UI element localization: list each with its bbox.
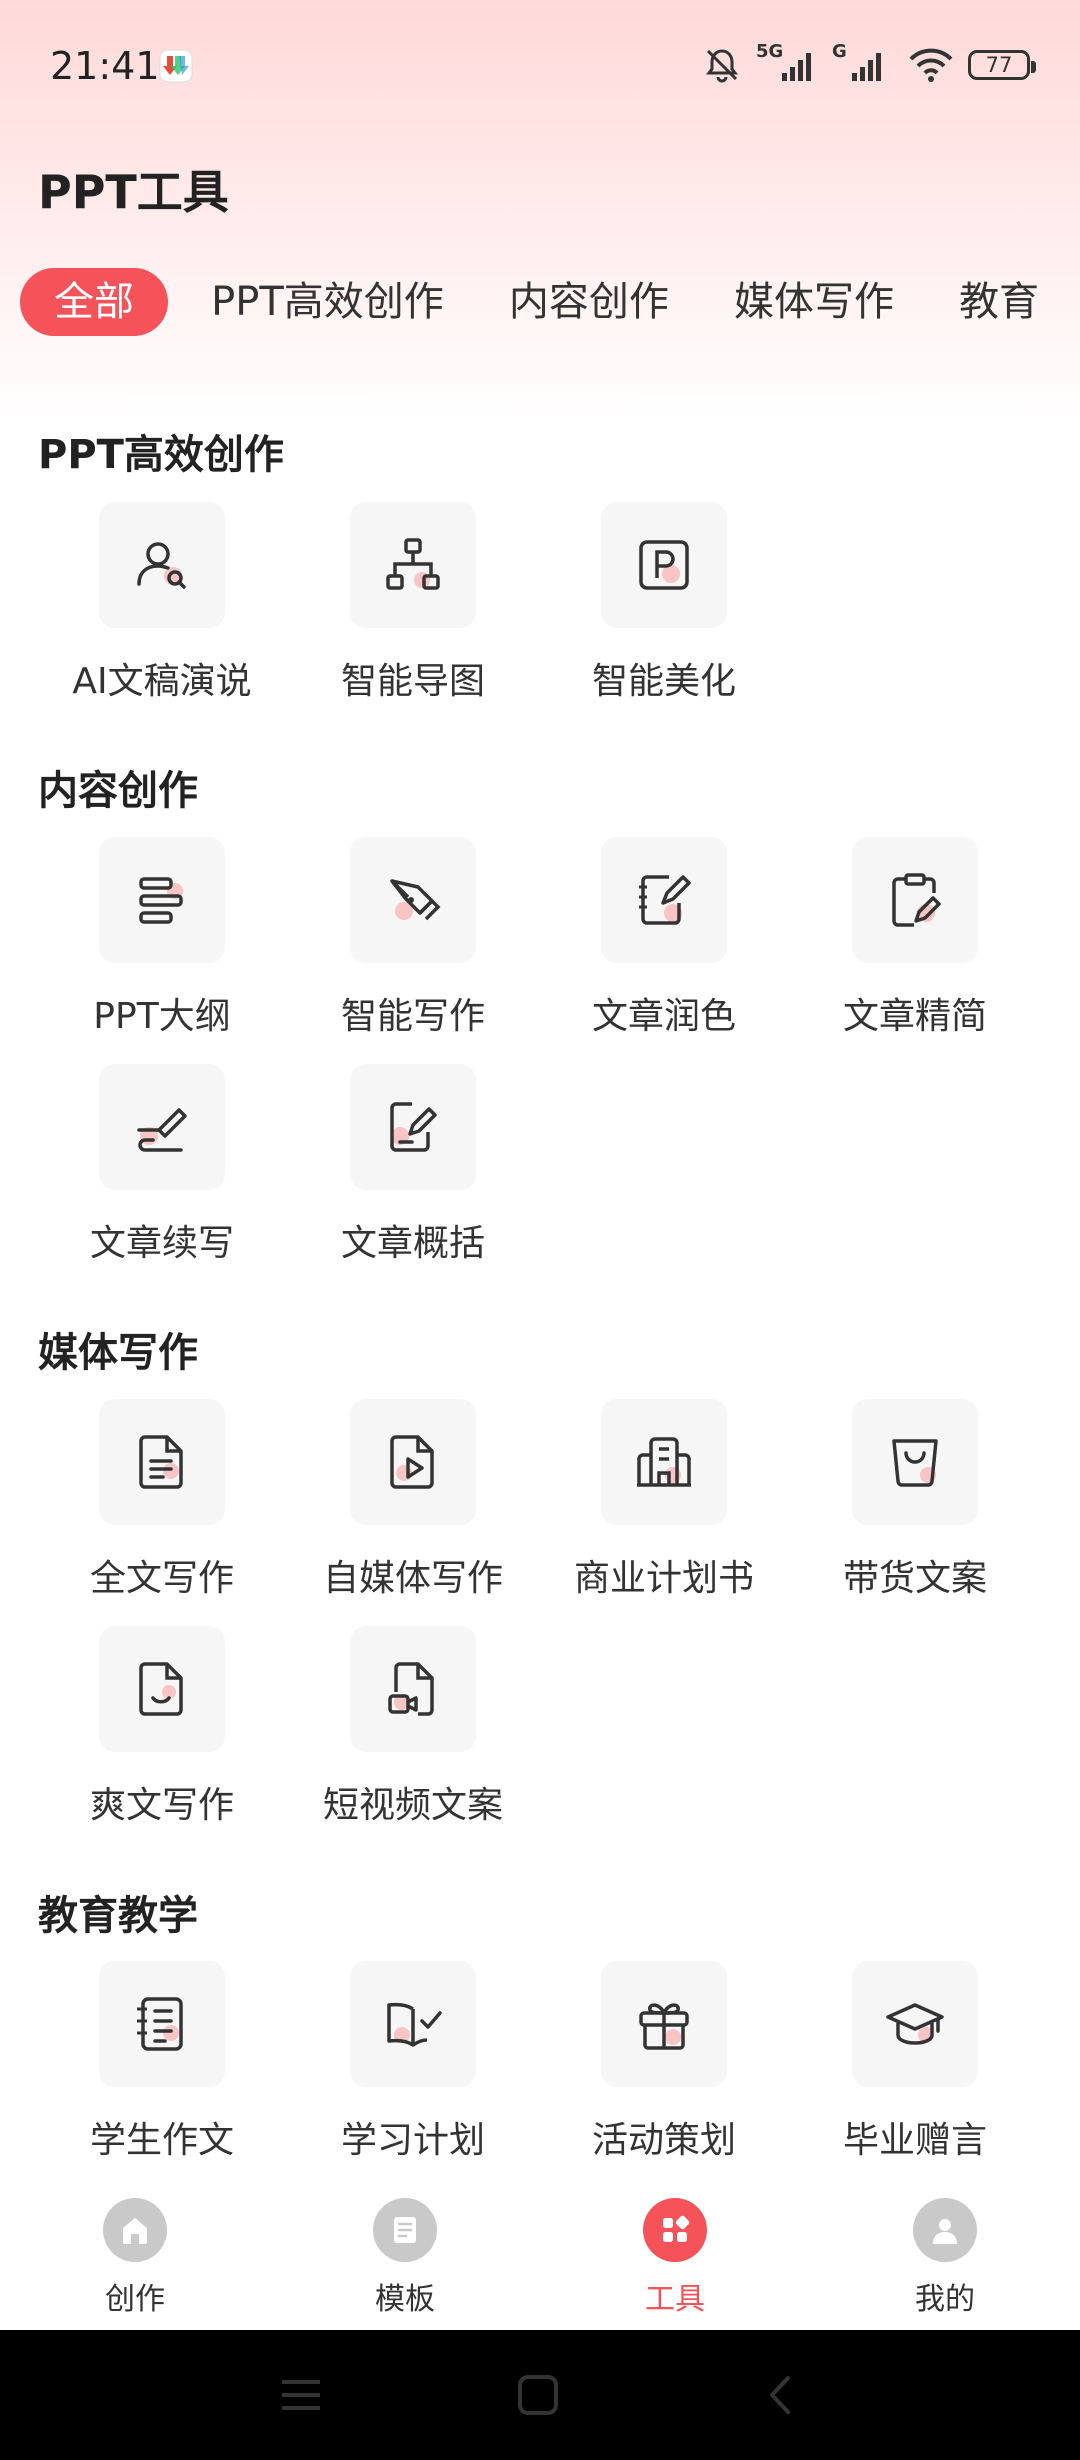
tool-event-planning[interactable]: 活动策划: [539, 1961, 789, 2161]
tool-label: 学习计划: [340, 2120, 485, 2161]
tool-label: 智能导图: [340, 661, 485, 702]
template-icon: [373, 2198, 437, 2262]
tool-ppt-outline[interactable]: PPT大纲: [37, 837, 287, 1037]
tool-fulltext[interactable]: 全文写作: [37, 1399, 287, 1599]
tool-label: 活动策划: [591, 2120, 736, 2161]
tab-content-creation[interactable]: 内容创作: [509, 268, 669, 336]
video-doc-icon: [350, 1399, 476, 1525]
wifi-icon: [909, 48, 953, 82]
tool-label: 毕业赠言: [842, 2120, 987, 2161]
book-check-icon: [350, 1961, 476, 2087]
tab-all[interactable]: 全部: [20, 268, 168, 336]
tool-continue[interactable]: 文章续写: [37, 1064, 287, 1264]
tool-study-plan[interactable]: 学习计划: [288, 1961, 538, 2161]
pen-nib-icon: [350, 837, 476, 963]
tool-label: 商业计划书: [573, 1558, 754, 1599]
nav-label: 我的: [915, 2282, 975, 2317]
p-square-icon: [601, 502, 727, 628]
tool-polish[interactable]: 文章润色: [539, 837, 789, 1037]
tool-label: 带货文案: [842, 1558, 987, 1599]
nav-profile[interactable]: 我的: [845, 2198, 1045, 2318]
nav-tools[interactable]: 工具: [575, 2198, 775, 2318]
status-time: 21:41: [50, 44, 160, 88]
nav-create[interactable]: 创作: [35, 2198, 235, 2318]
notebook-icon: [99, 1961, 225, 2087]
tool-label: PPT大纲: [93, 996, 231, 1037]
tool-simplify[interactable]: 文章精简: [790, 837, 1040, 1037]
tool-label: 文章续写: [89, 1223, 234, 1264]
tool-beautify[interactable]: 智能美化: [539, 502, 789, 702]
tab-media-writing[interactable]: 媒体写作: [734, 268, 894, 336]
tool-self-media[interactable]: 自媒体写作: [288, 1399, 538, 1599]
tool-ai-speech[interactable]: AI文稿演说: [37, 502, 287, 702]
status-bar: 21:41 5G G 77: [0, 0, 1080, 130]
smile-doc-icon: [99, 1626, 225, 1752]
page-title: PPT工具: [38, 165, 229, 219]
section-title-ppt: PPT高效创作: [38, 432, 284, 478]
home-icon: [103, 2198, 167, 2262]
tool-label: AI文稿演说: [72, 661, 252, 702]
section-title-education: 教育教学: [38, 1893, 198, 1939]
tab-ppt-creation[interactable]: PPT高效创作: [211, 268, 444, 336]
tool-label: 文章概括: [340, 1223, 485, 1264]
building-icon: [601, 1399, 727, 1525]
profile-icon: [913, 2198, 977, 2262]
tool-business-plan[interactable]: 商业计划书: [539, 1399, 789, 1599]
tool-label: 短视频文案: [322, 1785, 503, 1826]
nav-label: 创作: [105, 2282, 165, 2317]
tool-label: 全文写作: [89, 1558, 234, 1599]
system-navigation-bar: [0, 2330, 1080, 2460]
doc-pen-icon: [350, 1064, 476, 1190]
clipboard-pen-icon: [852, 837, 978, 963]
nav-label: 模板: [375, 2282, 435, 2317]
section-title-content: 内容创作: [38, 768, 198, 814]
category-tabs: 全部 PPT高效创作 内容创作 媒体写作 教育: [20, 268, 1080, 340]
tool-summarize[interactable]: 文章概括: [288, 1064, 538, 1264]
tool-label: 文章润色: [591, 996, 736, 1037]
document-icon: [99, 1399, 225, 1525]
nav-label: 工具: [645, 2282, 705, 2317]
tool-label: 自媒体写作: [322, 1558, 503, 1599]
graduation-cap-icon: [852, 1961, 978, 2087]
back-icon[interactable]: [760, 2374, 802, 2420]
grid-icon: [643, 2198, 707, 2262]
outline-icon: [99, 837, 225, 963]
tool-short-video[interactable]: 短视频文案: [288, 1626, 538, 1826]
camera-doc-icon: [350, 1626, 476, 1752]
tool-label: 爽文写作: [89, 1785, 234, 1826]
gift-icon: [601, 1961, 727, 2087]
battery-level: 77: [985, 53, 1013, 77]
tab-education[interactable]: 教育: [959, 268, 1039, 336]
user-search-icon: [99, 502, 225, 628]
signature-icon: [99, 1064, 225, 1190]
tool-label: 智能美化: [591, 661, 736, 702]
signal-g-icon: G: [832, 41, 894, 85]
notepad-pen-icon: [601, 837, 727, 963]
tool-label: 智能写作: [340, 996, 485, 1037]
mindmap-icon: [350, 502, 476, 628]
tool-student-essay[interactable]: 学生作文: [37, 1961, 287, 2161]
tool-label: 学生作文: [89, 2120, 234, 2161]
menu-icon[interactable]: [280, 2374, 322, 2420]
signal-5g-icon: 5G: [756, 41, 818, 85]
tool-sales-copy[interactable]: 带货文案: [790, 1399, 1040, 1599]
nav-template[interactable]: 模板: [305, 2198, 505, 2318]
status-icons: 5G G 77: [702, 40, 1036, 90]
bell-mute-icon: [706, 49, 738, 83]
tool-graduation-message[interactable]: 毕业赠言: [790, 1961, 1040, 2161]
tool-thrill-writing[interactable]: 爽文写作: [37, 1626, 287, 1826]
bag-icon: [852, 1399, 978, 1525]
tool-mindmap[interactable]: 智能导图: [288, 502, 538, 702]
battery-indicator: 77: [968, 50, 1036, 80]
tool-label: 文章精简: [842, 996, 987, 1037]
tool-smart-writing[interactable]: 智能写作: [288, 837, 538, 1037]
home-button-icon[interactable]: [517, 2374, 559, 2420]
download-app-icon: [158, 48, 194, 84]
bottom-navigation: 创作 模板 工具 我的: [0, 2180, 1080, 2330]
section-title-media: 媒体写作: [38, 1330, 198, 1376]
